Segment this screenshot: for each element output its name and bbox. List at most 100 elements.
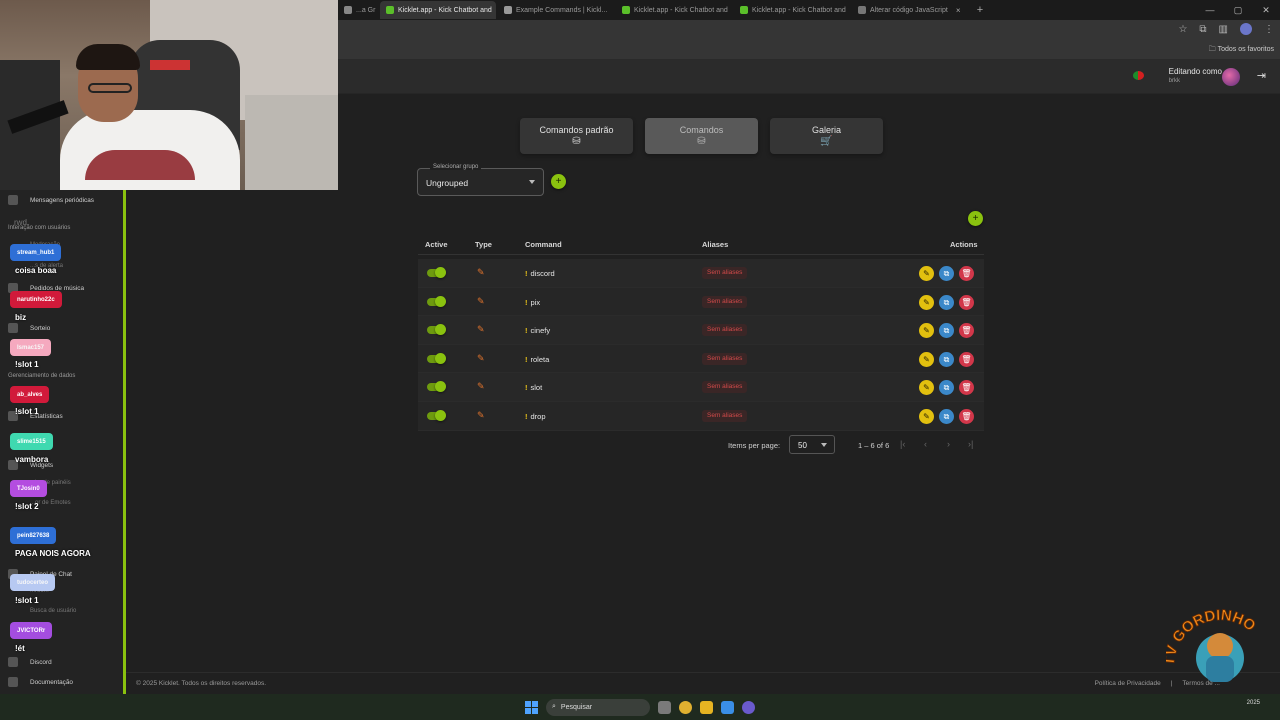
edit-icon[interactable]: ✎ [919, 380, 934, 396]
chat-message: vambora [15, 455, 49, 464]
delete-icon[interactable]: 🗑 [959, 294, 974, 310]
favicon-icon [622, 6, 630, 14]
browser-tab[interactable]: Alterar código JavaScript × [852, 1, 968, 19]
table-row: ✎! roleta Sem aliases ✎ ⧉ 🗑 [418, 344, 984, 374]
browser-menu-icon[interactable]: ⋮ [1264, 24, 1274, 35]
taskbar-search[interactable]: ⌕ Pesquisar [546, 698, 650, 716]
sidepanel-icon[interactable]: ▥ [1219, 24, 1228, 35]
user-avatar[interactable] [1222, 68, 1240, 86]
bookmark-star-icon[interactable]: ☆ [1178, 24, 1187, 35]
sidebar-item[interactable]: Sorteio [8, 323, 50, 333]
delete-icon[interactable]: 🗑 [959, 408, 974, 424]
table-body: ✎! discord Sem aliases ✎ ⧉ 🗑 ✎! pix Sem aliases ✎… [418, 259, 984, 431]
task-view-icon[interactable] [658, 700, 671, 714]
webcam-hair [76, 44, 140, 70]
active-toggle[interactable] [427, 324, 446, 336]
sidebar-item[interactable]: Mensagens periódicas [8, 195, 94, 205]
sidebar-accent-bar [123, 190, 126, 694]
favicon-icon [858, 6, 866, 14]
edit-icon[interactable]: ✎ [919, 294, 934, 310]
command-name: ! roleta [525, 355, 549, 364]
table-row: ✎! discord Sem aliases ✎ ⧉ 🗑 [418, 259, 984, 288]
pencil-icon: ✎ [477, 381, 485, 392]
tab-default-commands[interactable]: Comandos padrão ⛁ [520, 118, 633, 154]
sidebar-item[interactable]: Discord [8, 657, 52, 667]
browser-tab[interactable]: Kicklet.app - Kick Chatbot and× [734, 1, 850, 19]
close-window-icon[interactable]: ✕ [1252, 5, 1280, 16]
active-toggle[interactable] [427, 295, 446, 307]
next-page-icon[interactable]: › [947, 439, 950, 449]
copy-icon[interactable]: ⧉ [939, 351, 954, 367]
favicon-icon [344, 6, 352, 14]
active-toggle[interactable] [427, 409, 446, 421]
active-toggle[interactable] [427, 352, 446, 364]
close-tab-icon[interactable]: × [956, 6, 961, 15]
copy-icon[interactable]: ⧉ [939, 408, 954, 424]
browser-tab[interactable]: Kicklet.app - Kick Chatbot and× [380, 1, 496, 19]
last-page-icon[interactable]: ›| [968, 439, 973, 449]
all-bookmarks[interactable]: 🗀 Todos os favoritos [1209, 45, 1274, 56]
sidebar-item-label[interactable]: Busca de usuário [30, 608, 76, 614]
add-command-button[interactable]: + [968, 211, 983, 226]
edit-icon[interactable]: ✎ [919, 266, 934, 281]
delete-icon[interactable]: 🗑 [959, 266, 974, 281]
add-group-button[interactable]: + [551, 174, 566, 189]
browser-tab[interactable]: Kicklet.app - Kick Chatbot and× [616, 1, 732, 19]
chat-message: coisa boaa [15, 266, 57, 275]
taskbar-year: 2025 [1246, 700, 1260, 706]
col-type: Type [475, 240, 492, 249]
chrome-icon[interactable] [679, 700, 692, 714]
tab-gallery[interactable]: Galeria 🛒 [770, 118, 883, 154]
chat-message: biz [15, 313, 27, 322]
all-bookmarks-label: Todos os favoritos [1217, 46, 1274, 53]
delete-icon[interactable]: 🗑 [959, 380, 974, 396]
minimize-icon[interactable]: — [1196, 5, 1224, 15]
items-per-page-select[interactable]: 50 [789, 435, 835, 454]
favicon-icon [386, 6, 394, 14]
favicon-icon [504, 6, 512, 14]
first-page-icon[interactable]: |‹ [900, 439, 905, 449]
active-toggle[interactable] [427, 381, 446, 393]
copy-icon[interactable]: ⧉ [939, 266, 954, 281]
editing-as-label: Editando como [1168, 67, 1222, 76]
col-active: Active [425, 240, 448, 249]
copy-icon[interactable]: ⧉ [939, 294, 954, 310]
table-row: ✎! cinefy Sem aliases ✎ ⧉ 🗑 [418, 316, 984, 345]
browser-tab-label: Example Commands | Kickl... [516, 6, 608, 14]
sidebar-item[interactable]: Documentação [8, 677, 73, 687]
privacy-link[interactable]: Política de Privacidade [1095, 680, 1161, 687]
chat-username-badge: stream_hub1 [10, 244, 62, 261]
edit-icon[interactable]: ✎ [919, 408, 934, 424]
store-icon[interactable] [721, 700, 734, 714]
copy-icon[interactable]: ⧉ [939, 380, 954, 396]
edit-icon[interactable]: ✎ [919, 323, 934, 339]
tab-commands[interactable]: Comandos ⛁ [645, 118, 758, 154]
profile-avatar[interactable] [1240, 23, 1252, 35]
language-flag-icon[interactable] [1133, 71, 1144, 80]
delete-icon[interactable]: 🗑 [959, 323, 974, 339]
page-footer: © 2025 Kicklet. Todos os direitos reserv… [126, 672, 1280, 694]
prev-page-icon[interactable]: ‹ [924, 439, 927, 449]
edit-icon[interactable]: ✎ [919, 351, 934, 367]
search-icon: ⌕ [552, 703, 556, 710]
chat-username-badge: Ismac157 [10, 339, 52, 356]
table-header: Active Type Command Aliases Actions [418, 235, 984, 255]
editing-as: Editando como brkk [1169, 67, 1222, 84]
sidebar-item-icon [8, 677, 18, 687]
delete-icon[interactable]: 🗑 [959, 351, 974, 367]
new-tab-icon[interactable]: + [974, 4, 986, 16]
discord-icon[interactable] [742, 700, 755, 714]
browser-tab[interactable]: ...a Gr× [338, 1, 378, 19]
command-prefix: ! [525, 297, 528, 307]
file-explorer-icon[interactable] [700, 700, 713, 714]
windows-start-icon[interactable] [525, 700, 538, 714]
active-toggle[interactable] [427, 267, 446, 278]
browser-tab[interactable]: Example Commands | Kickl...× [498, 1, 614, 19]
webcam-glasses [88, 83, 132, 93]
copy-icon[interactable]: ⧉ [939, 323, 954, 339]
group-select[interactable]: Selecionar grupo Ungrouped [417, 164, 544, 196]
extensions-icon[interactable]: ⧉ [1199, 24, 1206, 35]
maximize-icon[interactable]: ▢ [1224, 5, 1252, 16]
database-check-icon: ⛁ [697, 136, 706, 147]
logout-icon[interactable]: ⇥ [1257, 69, 1266, 82]
